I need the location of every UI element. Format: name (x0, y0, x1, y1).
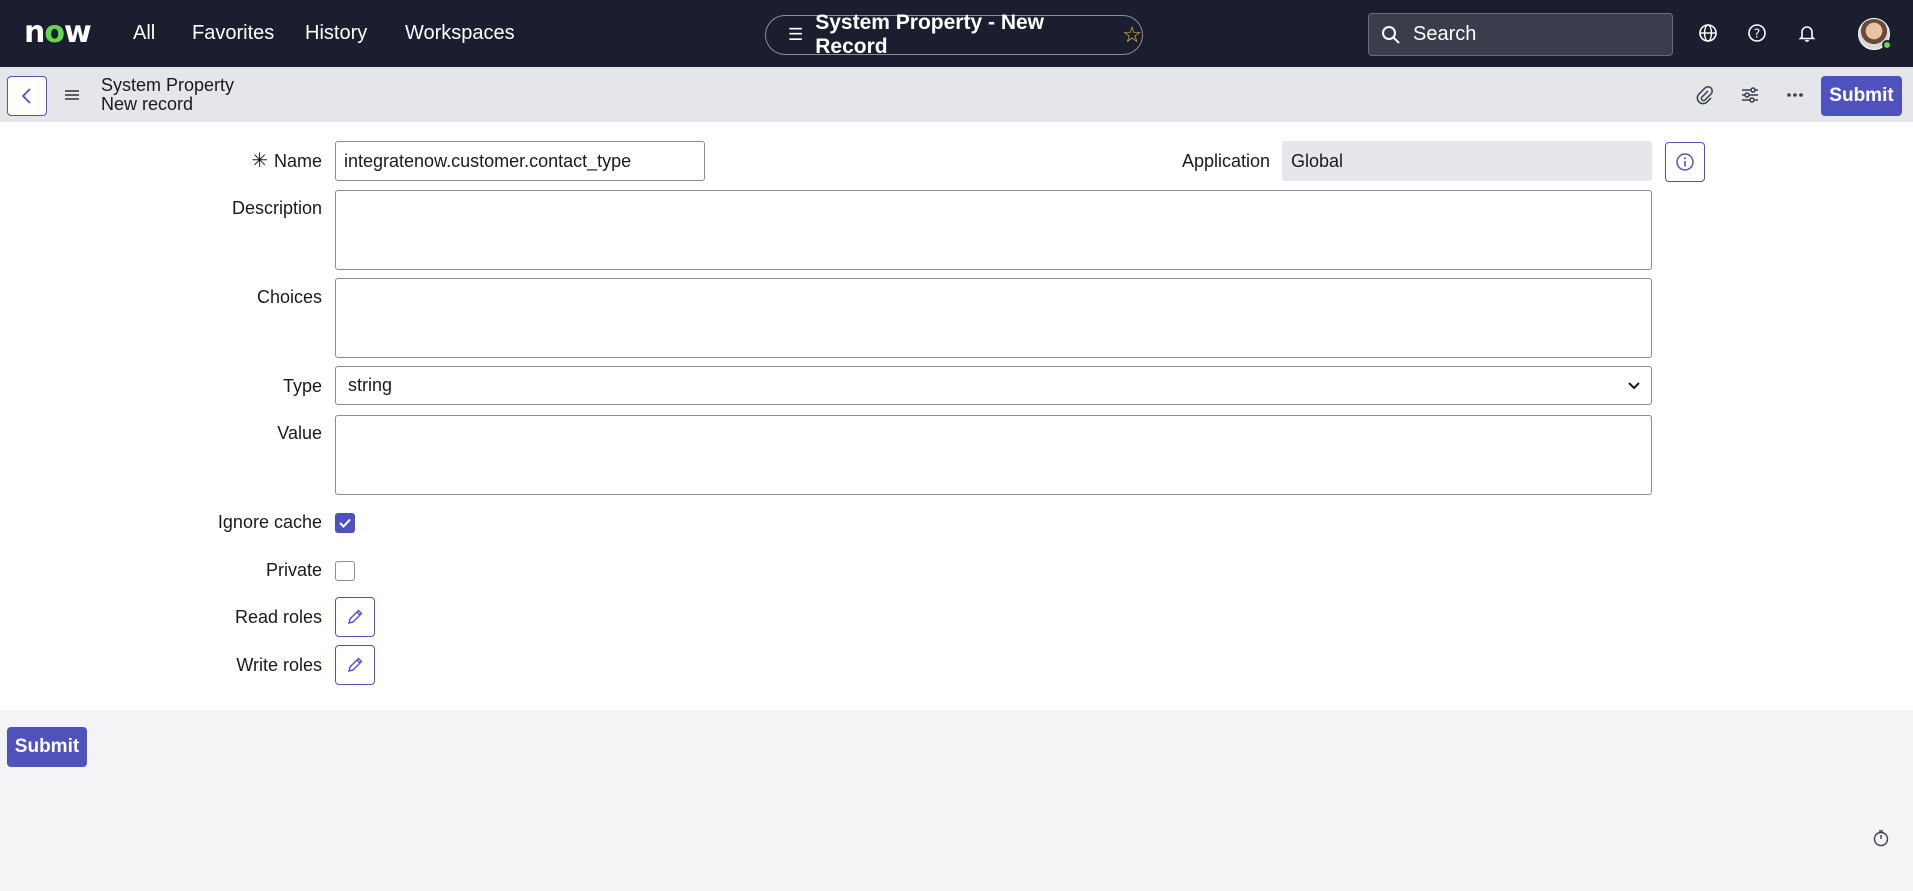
nav-workspaces[interactable]: Workspaces (405, 21, 515, 45)
back-icon (21, 88, 31, 104)
hamburger-icon[interactable] (62, 85, 82, 105)
record-table-name: System Property (101, 75, 235, 95)
choices-label: Choices (256, 287, 322, 307)
ignore-cache-checkbox[interactable] (335, 513, 355, 533)
sliders-icon[interactable] (1738, 83, 1762, 107)
search-placeholder: Search (1413, 23, 1477, 45)
value-textarea[interactable] (335, 415, 1652, 495)
global-search-input[interactable]: Search (1368, 13, 1673, 56)
nav-all[interactable]: All (133, 21, 155, 45)
search-icon (1382, 25, 1400, 44)
record-title: System Property - New Record (815, 11, 1044, 58)
paperclip-icon[interactable] (1693, 83, 1717, 107)
choices-textarea[interactable] (335, 278, 1652, 358)
application-label: Application (1181, 151, 1270, 171)
more-options-icon[interactable] (1783, 83, 1807, 107)
type-select[interactable]: string (335, 366, 1652, 405)
servicenow-logo[interactable]: now (24, 17, 92, 49)
form-header: System Property New record Submit (0, 67, 1913, 122)
favorite-star-icon[interactable]: ☆ (1122, 22, 1142, 48)
pencil-icon (348, 609, 363, 624)
globe-icon[interactable] (1697, 22, 1719, 44)
info-icon (1676, 153, 1694, 171)
required-asterisk-icon: ✳ (251, 150, 268, 172)
timer-icon[interactable] (1872, 829, 1890, 847)
private-label: Private (265, 560, 322, 580)
submit-button-top[interactable]: Submit (1821, 76, 1902, 116)
checkmark-icon (339, 518, 351, 528)
read-roles-edit-button[interactable] (335, 597, 375, 637)
record-title-pill[interactable]: ☰ System Property - New Record ☆ (765, 11, 1143, 58)
help-icon[interactable]: ? (1746, 22, 1768, 44)
nav-favorites[interactable]: Favorites (192, 21, 274, 45)
application-info-button[interactable] (1665, 142, 1705, 182)
application-field (1282, 141, 1652, 181)
record-state: New record (101, 94, 194, 114)
chevron-down-icon (1628, 381, 1640, 389)
description-textarea[interactable] (335, 190, 1652, 270)
name-label: ✳ Name (251, 150, 322, 172)
read-roles-label: Read roles (234, 607, 322, 627)
private-checkbox[interactable] (335, 561, 355, 581)
presence-status-dot (1882, 40, 1892, 50)
bell-icon[interactable] (1796, 22, 1818, 44)
top-navigation-bar: now All Favorites History Workspaces ☰ S… (0, 0, 1913, 67)
ignore-cache-label: Ignore cache (217, 512, 322, 532)
write-roles-edit-button[interactable] (335, 645, 375, 685)
description-label: Description (231, 198, 322, 218)
type-selected-value: string (348, 375, 393, 395)
write-roles-label: Write roles (236, 655, 322, 675)
nav-history[interactable]: History (305, 21, 367, 45)
value-label: Value (277, 423, 322, 443)
name-input[interactable] (335, 141, 705, 181)
back-button[interactable] (7, 76, 47, 116)
svg-text:?: ? (1754, 27, 1760, 41)
type-label: Type (282, 376, 322, 396)
submit-button-bottom[interactable]: Submit (7, 727, 87, 767)
record-heading: System Property New record (101, 76, 234, 114)
pencil-icon (348, 657, 363, 672)
list-icon: ☰ (788, 25, 804, 44)
